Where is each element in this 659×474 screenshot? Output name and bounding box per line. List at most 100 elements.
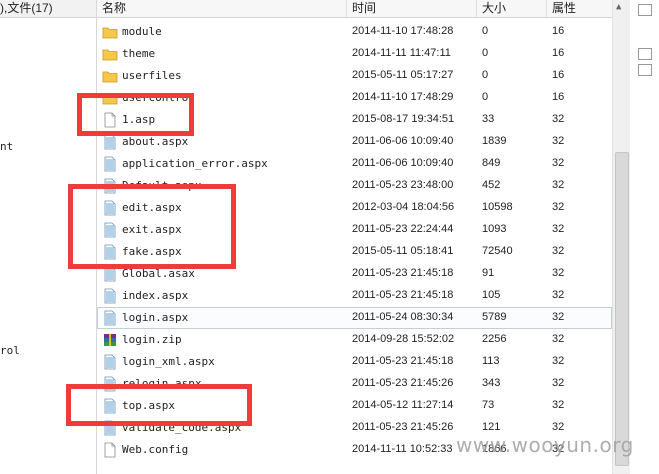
file-time: 2012-03-04 18:04:56 [352,201,455,213]
tree-fragment[interactable]: nt [0,140,13,153]
file-size: 121 [482,421,501,433]
file-name[interactable]: Web.config [122,443,188,456]
file-attr: 32 [552,399,565,411]
file-time: 2011-05-23 21:45:26 [352,421,454,433]
scrollbar-thumb[interactable] [615,152,629,466]
file-name[interactable]: login.zip [122,333,182,346]
file-size: 113 [482,355,500,367]
file-attr: 32 [552,311,565,323]
tree-fragment[interactable]: rol [0,344,20,357]
watermark: www.wooyun.org [456,433,634,457]
file-time: 2014-11-11 11:47:11 [352,47,451,59]
panel-icon[interactable] [638,48,652,60]
file-attr: 16 [552,69,565,81]
file-time: 2015-05-11 05:17:27 [352,69,454,81]
file-size: 2256 [482,333,507,345]
file-attr: 32 [552,267,565,279]
file-time: 2015-08-17 19:34:51 [352,113,455,125]
file-row[interactable]: login.zip 2014-09-28 15:52:02 2256 32 [97,329,612,351]
file-time: 2011-05-23 21:45:26 [352,377,454,389]
file-attr: 32 [552,135,565,147]
highlight-box [77,93,194,136]
window-button-icon[interactable] [638,4,652,16]
file-attr: 32 [552,421,565,433]
file-icon [102,156,118,172]
file-attr: 16 [552,91,565,103]
file-size: 105 [482,289,501,301]
file-attr: 32 [552,157,565,169]
file-icon [102,288,118,304]
highlight-box [68,184,236,269]
file-size: 343 [482,377,501,389]
file-row[interactable]: application_error.aspx 2011-06-06 10:09:4… [97,153,612,175]
file-size: 1839 [482,135,507,147]
file-size: 73 [482,399,495,411]
column-size[interactable]: 大小 [477,0,547,17]
file-size: 5789 [482,311,507,323]
file-row[interactable]: login_xml.aspx 2011-05-23 21:45:18 113 32 [97,351,612,373]
right-pane [630,0,659,474]
column-attr[interactable]: 属性 [547,0,612,17]
file-name[interactable]: theme [122,47,155,60]
file-size: 0 [482,25,489,37]
file-size: 0 [482,69,489,81]
file-size: 72540 [482,245,513,257]
file-name[interactable]: application_error.aspx [122,157,268,170]
file-attr: 32 [552,113,565,125]
file-size: 91 [482,267,495,279]
file-name[interactable]: login_xml.aspx [122,355,215,368]
file-name[interactable]: userfiles [122,69,182,82]
file-attr: 16 [552,25,565,37]
file-name[interactable]: index.aspx [122,289,188,302]
file-time: 2014-11-10 17:48:28 [352,25,454,37]
column-time[interactable]: 时间 [347,0,477,17]
file-icon [102,134,118,150]
file-size: 1093 [482,223,507,235]
file-size: 849 [482,157,501,169]
column-name[interactable]: 名称 [97,0,347,17]
folder-icon [102,24,118,40]
highlight-box [66,384,252,426]
file-size: 33 [482,113,495,125]
file-name[interactable]: module [122,25,162,38]
tree-header: ),文件(17) [0,0,96,18]
file-name[interactable]: about.aspx [122,135,188,148]
file-attr: 32 [552,223,565,235]
file-time: 2011-05-23 21:45:18 [352,289,454,301]
panel-icon[interactable] [638,64,652,76]
file-attr: 32 [552,377,565,389]
file-icon [102,354,118,370]
file-attr: 32 [552,333,565,345]
scroll-up-arrow-icon[interactable]: ▲ [616,2,621,12]
column-header: 名称 时间 大小 属性 [97,0,612,18]
file-size: 0 [482,91,489,103]
vertical-scrollbar[interactable]: ▲ [612,0,630,474]
file-time: 2014-09-28 15:52:02 [352,333,455,345]
file-time: 2011-05-23 22:24:44 [352,223,454,235]
file-row[interactable]: userfiles 2015-05-11 05:17:27 0 16 [97,65,612,87]
file-time: 2011-05-23 21:45:18 [352,267,454,279]
file-row[interactable]: index.aspx 2011-05-23 21:45:18 105 32 [97,285,612,307]
file-attr: 32 [552,289,565,301]
file-time: 2014-11-11 10:52:33 [352,443,453,455]
file-time: 2011-06-06 10:09:40 [352,157,454,169]
file-attr: 16 [552,47,565,59]
folder-icon [102,46,118,62]
file-attr: 32 [552,245,565,257]
file-row[interactable]: theme 2014-11-11 11:47:11 0 16 [97,43,612,65]
file-time: 2011-06-06 10:09:40 [352,135,454,147]
file-attr: 32 [552,355,565,367]
file-attr: 32 [552,179,565,191]
archive-icon [102,332,118,348]
file-time: 2015-05-11 05:18:41 [352,245,454,257]
file-time: 2011-05-23 23:48:00 [352,179,454,191]
file-name[interactable]: login.aspx [122,311,188,324]
file-attr: 32 [552,201,565,213]
file-size: 10598 [482,201,513,213]
file-time: 2014-11-10 17:48:29 [352,91,454,103]
file-time: 2011-05-24 08:30:34 [352,311,454,323]
file-row[interactable]: module 2014-11-10 17:48:28 0 16 [97,21,612,43]
file-icon [102,442,118,458]
file-time: 2014-05-12 11:27:14 [352,399,454,411]
file-row[interactable]: login.aspx 2011-05-24 08:30:34 5789 32 [97,307,612,329]
